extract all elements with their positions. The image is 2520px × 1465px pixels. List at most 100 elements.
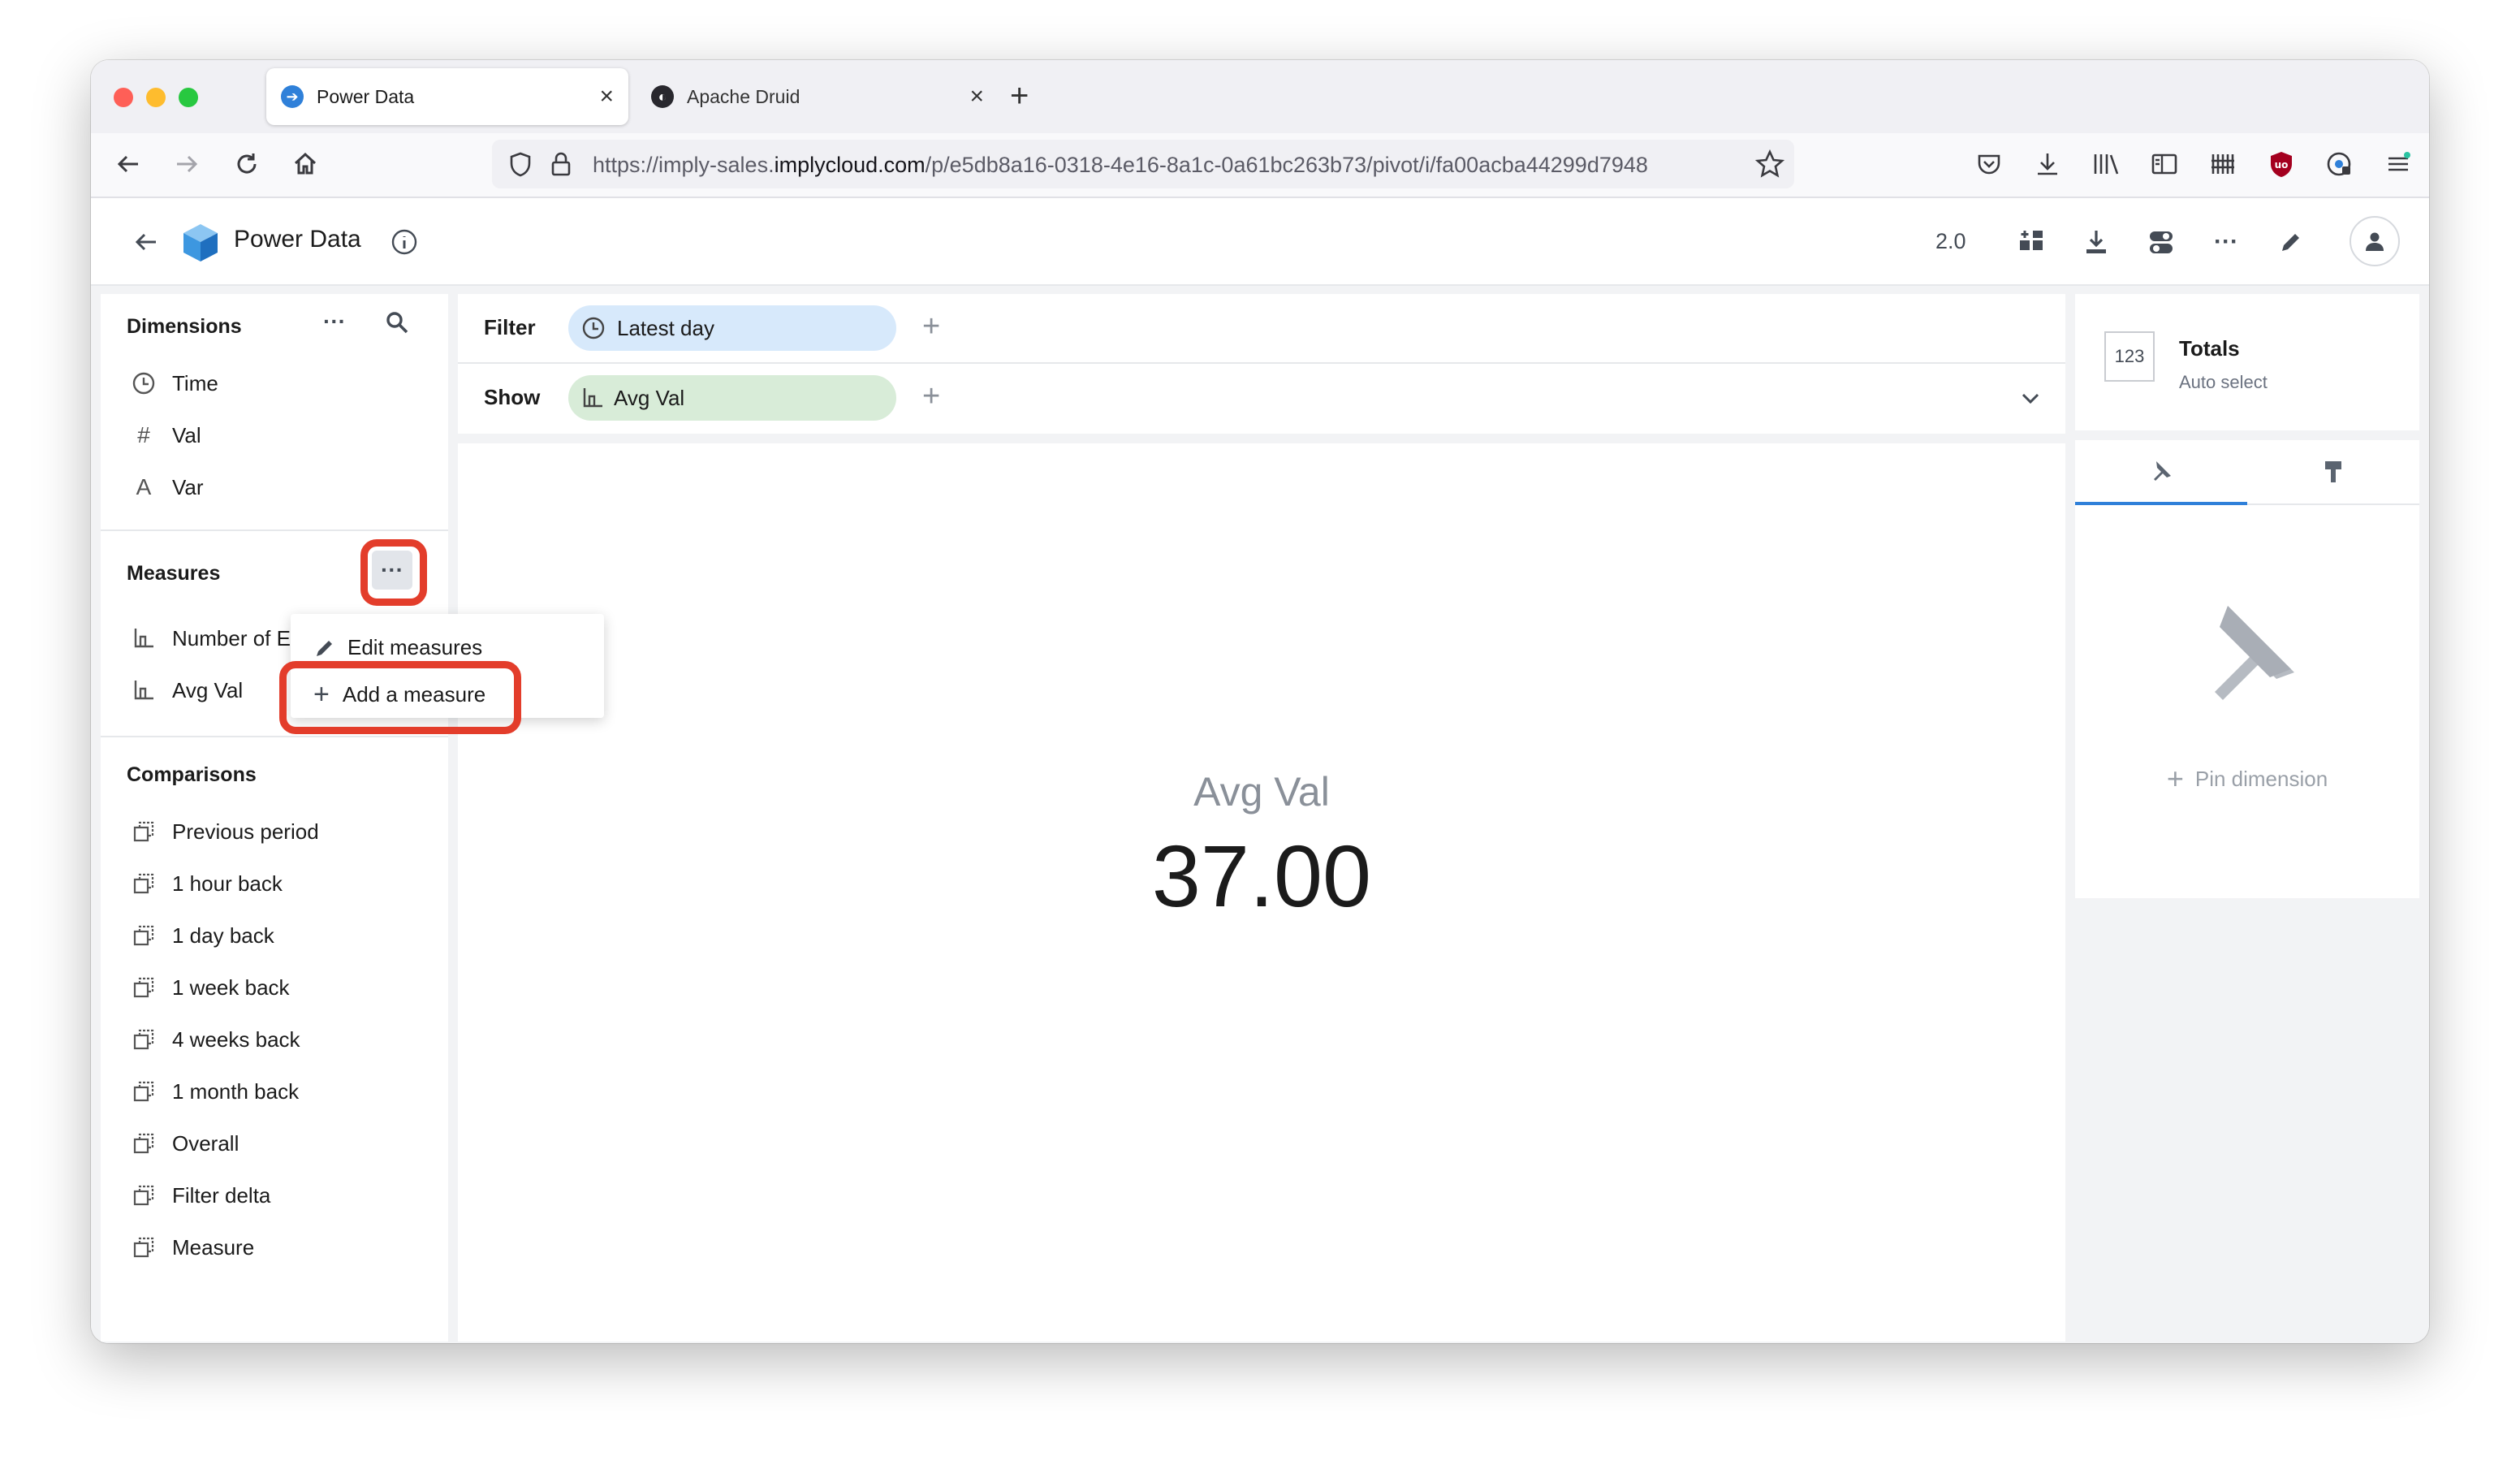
add-measure-icon[interactable]: + bbox=[922, 378, 940, 414]
download-icon[interactable] bbox=[2078, 224, 2114, 260]
highlight-measures-more bbox=[360, 539, 427, 606]
comparison-item[interactable]: 4 weeks back bbox=[130, 1023, 300, 1056]
app-title: Power Data bbox=[234, 226, 361, 253]
comparison-item[interactable]: 1 month back bbox=[130, 1075, 299, 1108]
pin-tab-icon bbox=[2154, 461, 2171, 481]
tab-pinboard[interactable] bbox=[2075, 440, 2247, 505]
url-text: https://imply-sales.implycloud.com/p/e5d… bbox=[593, 153, 1648, 177]
edit-measures-label: Edit measures bbox=[347, 635, 483, 659]
pocket-icon[interactable] bbox=[1971, 146, 2007, 182]
back-icon[interactable] bbox=[110, 146, 146, 182]
show-pill[interactable]: Avg Val bbox=[568, 375, 896, 421]
edit-measures-menu-item[interactable]: Edit measures bbox=[313, 635, 482, 660]
comparison-item[interactable]: Previous period bbox=[130, 815, 319, 848]
close-tab-icon[interactable]: × bbox=[969, 83, 984, 110]
highlight-add-measure bbox=[279, 661, 521, 734]
lock-icon[interactable] bbox=[550, 151, 572, 181]
user-avatar[interactable] bbox=[2350, 216, 2400, 266]
close-window-button[interactable] bbox=[114, 88, 133, 107]
tab-title: Power Data bbox=[317, 85, 415, 107]
comparison-item[interactable]: Overall bbox=[130, 1127, 239, 1160]
visualization-area: Avg Val 37.00 bbox=[458, 443, 2065, 1342]
add-tile-icon[interactable] bbox=[2013, 224, 2049, 260]
version-label[interactable]: 2.0 bbox=[1935, 229, 1966, 254]
close-tab-icon[interactable]: × bbox=[599, 83, 614, 110]
browser-window: ➔ Power Data × ◐ Apache Druid × + https:… bbox=[91, 60, 2429, 1343]
dimension-var[interactable]: A Var bbox=[130, 471, 204, 503]
tab-power-data[interactable]: ➔ Power Data × bbox=[266, 68, 628, 125]
add-filter-icon[interactable]: + bbox=[922, 309, 940, 344]
info-icon[interactable] bbox=[386, 224, 422, 260]
viz-title: Totals bbox=[2179, 336, 2240, 361]
filter-pill-label: Latest day bbox=[617, 315, 714, 340]
pin-dimension-button[interactable]: + Pin dimension bbox=[2075, 762, 2419, 796]
measure-title: Avg Val bbox=[1193, 769, 1330, 815]
forward-icon[interactable] bbox=[169, 146, 205, 182]
measure-avg-val[interactable]: Avg Val bbox=[130, 674, 243, 707]
home-icon[interactable] bbox=[287, 146, 323, 182]
account-extension-icon[interactable] bbox=[2322, 146, 2358, 182]
druid-favicon-icon: ◐ bbox=[651, 85, 674, 108]
tab-bar: ➔ Power Data × ◐ Apache Druid × + bbox=[91, 60, 2429, 133]
tab-format[interactable] bbox=[2247, 440, 2419, 505]
chevron-down-icon[interactable] bbox=[2018, 387, 2043, 415]
tab-apache-druid[interactable]: ◐ Apache Druid × bbox=[636, 68, 999, 125]
compare-icon bbox=[130, 1234, 158, 1261]
viz-selector[interactable]: 123 Totals Auto select bbox=[2075, 294, 2419, 430]
comparison-label: 1 week back bbox=[172, 975, 290, 1000]
divider bbox=[101, 736, 448, 737]
comparisons-header: Comparisons bbox=[127, 763, 257, 786]
shield-icon[interactable] bbox=[508, 151, 533, 181]
new-tab-icon[interactable]: + bbox=[1010, 78, 1029, 114]
clock-icon bbox=[581, 316, 606, 340]
comparison-item[interactable]: 1 hour back bbox=[130, 867, 283, 900]
dimension-val[interactable]: # Val bbox=[130, 419, 201, 452]
menu-icon[interactable] bbox=[2380, 146, 2416, 182]
edit-pencil-icon[interactable] bbox=[2273, 224, 2309, 260]
comparison-item[interactable]: Measure bbox=[130, 1231, 254, 1264]
comparison-label: 1 day back bbox=[172, 923, 274, 948]
show-label: Show bbox=[484, 385, 541, 409]
compare-icon bbox=[130, 1078, 158, 1105]
hash-icon: # bbox=[137, 422, 150, 447]
comparison-label: 1 month back bbox=[172, 1078, 300, 1104]
comparison-item[interactable]: 1 week back bbox=[130, 971, 290, 1004]
filter-pill[interactable]: Latest day bbox=[568, 305, 896, 351]
dimensions-more-icon[interactable]: ··· bbox=[323, 309, 346, 335]
search-icon[interactable] bbox=[385, 310, 409, 339]
bookmark-star-icon[interactable] bbox=[1754, 149, 1785, 183]
extension-grid-icon[interactable] bbox=[2205, 146, 2241, 182]
compare-icon bbox=[130, 974, 158, 1001]
reload-icon[interactable] bbox=[229, 146, 265, 182]
library-icon[interactable] bbox=[2088, 146, 2124, 182]
downloads-icon[interactable] bbox=[2030, 146, 2065, 182]
pencil-icon bbox=[317, 640, 332, 656]
sidebar-icon[interactable] bbox=[2147, 146, 2182, 182]
large-pin-icon bbox=[2195, 599, 2301, 709]
minimize-window-button[interactable] bbox=[146, 88, 166, 107]
more-options-icon[interactable]: ··· bbox=[2208, 224, 2244, 260]
compare-icon bbox=[130, 818, 158, 845]
comparison-item[interactable]: Filter delta bbox=[130, 1179, 270, 1212]
pinboard-panel: + Pin dimension bbox=[2075, 440, 2419, 898]
compare-icon bbox=[130, 1130, 158, 1157]
svg-text:uo: uo bbox=[2275, 159, 2289, 171]
comparison-item[interactable]: 1 day back bbox=[130, 919, 274, 952]
url-bar[interactable]: https://imply-sales.implycloud.com/p/e5d… bbox=[492, 140, 1794, 188]
measure-number-of-events[interactable]: Number of E bbox=[130, 622, 291, 655]
comparison-label: Measure bbox=[172, 1234, 255, 1260]
back-arrow-icon[interactable] bbox=[128, 224, 164, 260]
dimension-time[interactable]: Time bbox=[130, 367, 218, 400]
measures-header: Measures bbox=[127, 562, 221, 585]
zoom-window-button[interactable] bbox=[179, 88, 198, 107]
app-header: Power Data 2.0 ··· bbox=[91, 198, 2429, 286]
ublock-icon[interactable]: uo bbox=[2263, 146, 2299, 182]
string-icon: A bbox=[136, 474, 152, 499]
clock-icon bbox=[130, 369, 158, 397]
compare-icon bbox=[130, 922, 158, 949]
comparison-label: 4 weeks back bbox=[172, 1026, 300, 1052]
measure-icon bbox=[581, 387, 604, 409]
toggle-icon[interactable] bbox=[2143, 224, 2179, 260]
paint-roller-icon bbox=[2325, 461, 2341, 482]
filter-row: Filter Latest day + bbox=[458, 294, 2065, 364]
